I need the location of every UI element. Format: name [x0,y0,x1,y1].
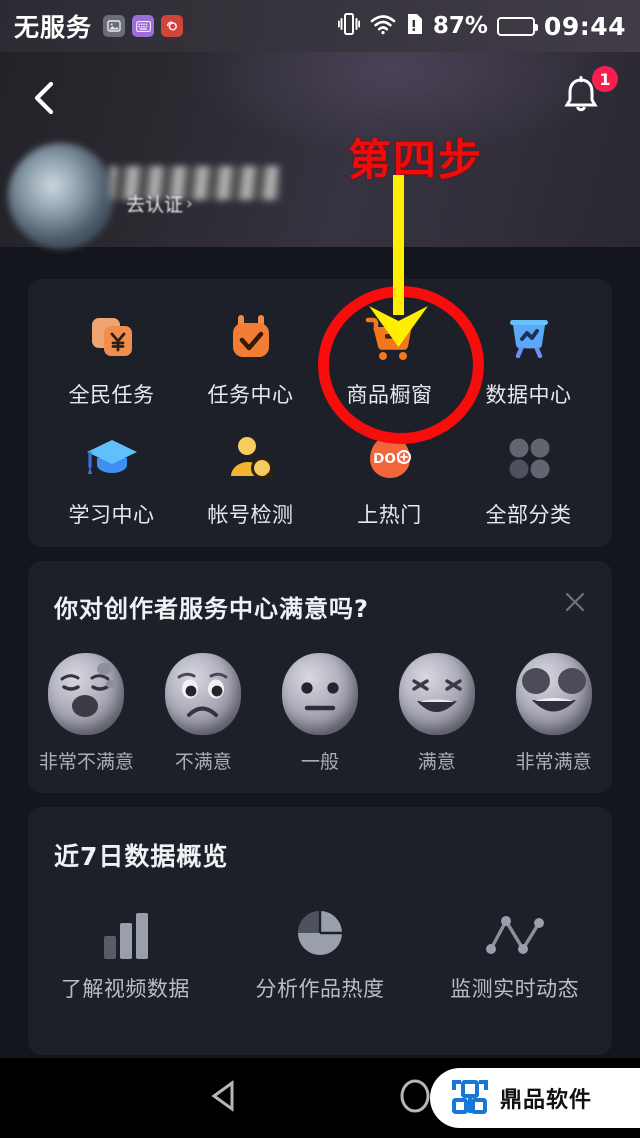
watermark: 鼎品软件 [430,1068,640,1128]
grid-item-renwu-zhongxin[interactable]: 任务中心 [181,309,320,409]
wifi-icon [369,13,397,39]
grid-item-label: 帐号检测 [207,503,294,527]
image-icon [103,15,126,37]
face-unsatisfied-icon [165,653,242,735]
face-very-unsatisfied-icon [48,653,125,735]
grid-item-label: 全部分类 [485,503,572,527]
survey-option-label: 一般 [300,751,339,773]
survey-option-label: 非常满意 [515,751,592,773]
data-overview-items: 了解视频数据 分析作品热度 监测实时动态 [28,903,612,1003]
face-neutral-icon [281,653,358,735]
status-bar: 无服务 87% 09:44 [0,0,640,52]
dingpin-logo-icon [448,1074,492,1122]
survey-options: 非常不满意 不满意 一般 满意 非常满意 [28,653,612,774]
survey-option-very-unsatisfied[interactable]: 非常不满意 [28,653,145,774]
grid-item-label: 数据中心 [485,383,572,407]
vibrate-icon [337,11,361,41]
account-search-icon [222,429,280,487]
survey-option-satisfied[interactable]: 满意 [378,653,495,774]
app-icon [161,15,184,37]
status-bar-system-icons: 87% 09:44 [337,11,626,41]
data-overview-item-label: 分析作品热度 [255,977,385,1001]
satisfaction-survey-card: 你对创作者服务中心满意吗? 非常不满意 不满意 一般 满意 非常满意 [28,561,612,793]
avatar[interactable] [8,143,114,249]
grid-item-quanbu-fenlei[interactable]: 全部分类 [459,429,598,529]
shortcut-grid: 全民任务 任务中心 商品橱窗 数据中心 学习中心 帐号检测 DOU 上热门 全部… [28,279,612,529]
grid-item-label: 上热门 [357,503,422,527]
data-overview-item-realtime[interactable]: 监测实时动态 [417,903,612,1003]
graduation-cap-icon [83,429,141,487]
all-categories-grid-icon [500,429,558,487]
survey-option-unsatisfied[interactable]: 不满意 [145,653,262,774]
survey-option-neutral[interactable]: 一般 [262,653,379,774]
verify-link[interactable]: 去认证 › [126,190,193,217]
survey-option-label: 满意 [417,751,456,773]
data-overview-title: 近7日数据概览 [54,842,229,871]
grid-item-xuexi-zhongxin[interactable]: 学习中心 [42,429,181,529]
bar-chart-icon [97,903,153,959]
grid-item-label: 任务中心 [207,383,294,407]
survey-question: 你对创作者服务中心满意吗? [54,595,369,623]
down-arrow-annotation [355,175,441,369]
grid-item-label: 学习中心 [68,503,155,527]
watermark-label: 鼎品软件 [500,1088,593,1113]
shortcut-grid-card: 全民任务 任务中心 商品橱窗 数据中心 学习中心 帐号检测 DOU 上热门 全部… [28,279,612,547]
data-overview-item-video[interactable]: 了解视频数据 [28,903,223,1003]
survey-option-label: 不满意 [174,751,232,773]
grid-item-label: 全民任务 [68,383,155,407]
carrier-label: 无服务 [14,13,93,42]
verify-label: 去认证 [126,194,184,216]
battery-icon [496,16,538,36]
grid-item-quanmin-renwu[interactable]: 全民任务 [42,309,181,409]
data-overview-item-label: 监测实时动态 [450,977,580,1001]
task-check-icon [222,309,280,367]
face-satisfied-icon [398,653,475,735]
grid-item-shang-remen[interactable]: DOU 上热门 [320,429,459,529]
pie-chart-icon [294,903,346,959]
data-overview-item-heat[interactable]: 分析作品热度 [223,903,418,1003]
data-board-icon [500,309,558,367]
face-very-satisfied-icon [515,653,592,735]
android-home-circle-icon[interactable] [395,1075,435,1121]
keyboard-icon [132,15,155,37]
grid-item-shuju-zhongxin[interactable]: 数据中心 [459,309,598,409]
chevron-right-icon: › [186,193,193,214]
clock-label: 09:44 [543,11,626,41]
grid-item-zhanghao-jiance[interactable]: 帐号检测 [181,429,320,529]
back-button[interactable] [24,76,68,120]
header-nav-row: 1 [0,62,640,132]
android-back-triangle-icon[interactable] [205,1076,245,1120]
survey-option-label: 非常不满意 [38,751,134,773]
data-overview-item-label: 了解视频数据 [60,977,190,1001]
data-overview-card: 近7日数据概览 了解视频数据 分析作品热度 监测实时动态 [28,807,612,1055]
close-x-icon[interactable] [560,587,590,617]
grid-item-label: 商品橱窗 [346,383,433,407]
survey-option-very-satisfied[interactable]: 非常满意 [495,653,612,774]
sim-alert-icon [406,12,424,40]
dou-plus-icon: DOU [361,429,419,487]
battery-percent-label: 87% [432,13,488,39]
line-chart-icon [485,903,545,959]
money-cards-icon [83,309,141,367]
status-bar-app-icons [103,15,184,37]
notification-badge: 1 [592,66,618,92]
